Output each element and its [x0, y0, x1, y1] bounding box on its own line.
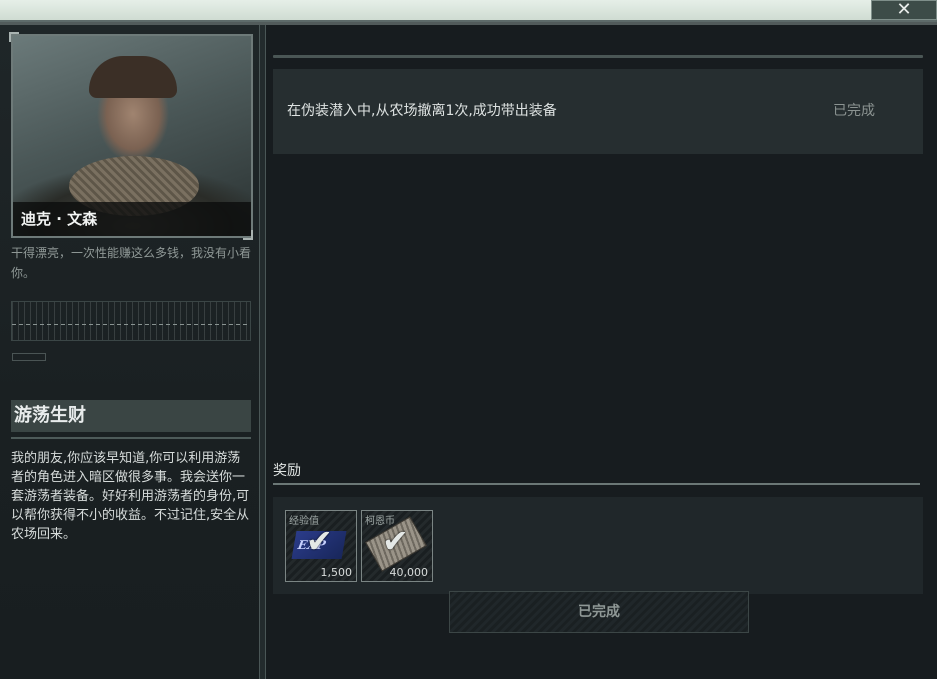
reward-amount: 1,500: [320, 566, 353, 579]
reward-item-money[interactable]: ✔ 柯恩币 40,000: [361, 510, 433, 582]
title-bar: [0, 0, 937, 20]
portrait-hair: [89, 56, 177, 98]
quest-title-divider: [11, 437, 251, 439]
objectives-top-rule: [273, 55, 923, 58]
quest-window: 迪克 · 文森 干得漂亮，一次性能赚这么多钱，我没有小看你。 游荡生财 我的朋友…: [0, 20, 937, 679]
portrait-corner-bottom-right: [243, 230, 253, 240]
reward-item-exp[interactable]: EXP ✔ 经验值 1,500: [285, 510, 357, 582]
quest-description: 我的朋友,你应该早知道,你可以利用游荡者的角色进入暗区做很多事。我会送你一套游荡…: [11, 451, 250, 542]
reward-amount: 40,000: [389, 566, 429, 579]
signature-area: [11, 301, 251, 341]
check-icon: ✔: [306, 522, 333, 560]
rewards-box: EXP ✔ 经验值 1,500 ✔ 柯恩币 40,000: [273, 497, 923, 594]
objective-status: 已完成: [833, 103, 875, 119]
trader-portrait: 迪克 · 文森: [11, 34, 253, 238]
portrait-corner-top-left: [9, 32, 19, 42]
rewards-label: 奖励: [273, 463, 301, 479]
check-icon: ✔: [382, 522, 409, 560]
completed-button[interactable]: 已完成: [449, 591, 749, 633]
reward-name: 柯恩币: [365, 516, 395, 527]
objective-row: 在伪装潜入中,从农场撤离1次,成功带出装备 已完成: [273, 69, 923, 154]
close-icon: ✕: [896, 0, 912, 20]
reward-name: 经验值: [289, 516, 319, 527]
trader-quote: 干得漂亮，一次性能赚这么多钱，我没有小看你。: [11, 246, 252, 280]
trader-panel: 迪克 · 文森 干得漂亮，一次性能赚这么多钱，我没有小看你。 游荡生财 我的朋友…: [0, 25, 260, 679]
panel-divider: [259, 25, 266, 679]
signature-tag: [12, 353, 46, 361]
objective-text: 在伪装潜入中,从农场撤离1次,成功带出装备: [287, 103, 557, 119]
rewards-divider: [273, 483, 920, 485]
trader-name: 迪克 · 文森: [13, 202, 251, 236]
quest-title: 游荡生财: [11, 400, 251, 432]
close-button[interactable]: ✕: [871, 0, 937, 20]
